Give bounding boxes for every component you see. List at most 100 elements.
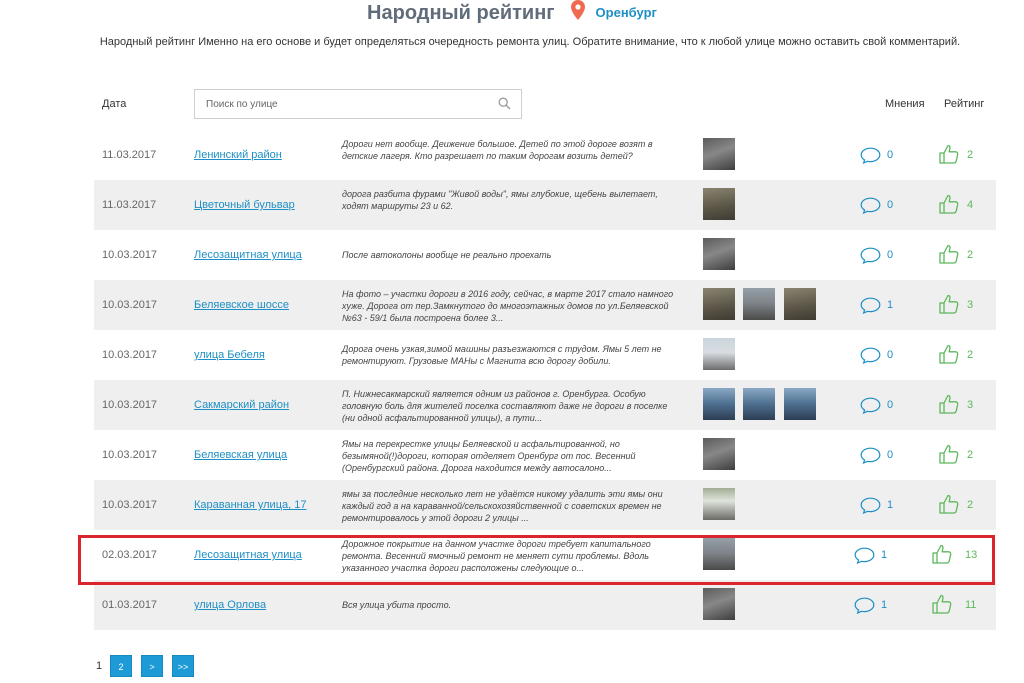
opinions-count: 0 xyxy=(887,249,894,261)
pagination-page-2[interactable]: 2 xyxy=(110,655,132,677)
like-button[interactable]: 13 xyxy=(932,544,977,569)
opinions-counter[interactable]: 0 xyxy=(860,247,893,269)
column-header-date: Дата xyxy=(102,98,127,110)
thumbs-up-icon xyxy=(939,394,959,414)
opinions-counter[interactable]: 0 xyxy=(860,147,893,169)
table-row: 10.03.2017 улица Бебеля Дорога очень узк… xyxy=(94,330,996,380)
table-row: 10.03.2017 Беляевская улица Ямы на перек… xyxy=(94,430,996,480)
row-photos xyxy=(703,538,739,570)
row-street-link[interactable]: Беляевская улица xyxy=(194,449,287,461)
opinions-counter[interactable]: 0 xyxy=(860,197,893,219)
row-street-link[interactable]: Лесозащитная улица xyxy=(194,249,302,261)
photo-thumbnail[interactable] xyxy=(703,438,735,470)
opinions-counter[interactable]: 1 xyxy=(854,597,887,619)
row-comment: ямы за последние несколько лет не удаётс… xyxy=(342,489,663,523)
like-button[interactable]: 2 xyxy=(939,144,973,169)
like-button[interactable]: 3 xyxy=(939,394,973,419)
map-pin-icon xyxy=(571,0,586,25)
photo-thumbnail[interactable] xyxy=(703,138,735,170)
comment-icon xyxy=(860,497,881,515)
table-row: 10.03.2017 Караванная улица, 17 ямы за п… xyxy=(94,480,996,530)
row-comment: Вся улица убита просто. xyxy=(342,600,452,610)
photo-thumbnail[interactable] xyxy=(703,288,735,320)
row-date: 02.03.2017 xyxy=(102,549,158,561)
column-header-opinions: Мнения xyxy=(885,98,925,110)
thumbs-up-icon xyxy=(939,144,959,164)
row-comment: П. Нижнесакмарский является одним из рай… xyxy=(342,389,668,423)
comment-icon xyxy=(860,347,881,365)
row-street-link[interactable]: улица Орлова xyxy=(194,599,266,611)
like-button[interactable]: 2 xyxy=(939,244,973,269)
like-button[interactable]: 11 xyxy=(932,594,976,619)
photo-thumbnail[interactable] xyxy=(703,388,735,420)
rating-table: 11.03.2017 Ленинский район Дороги нет во… xyxy=(94,130,996,630)
row-date: 10.03.2017 xyxy=(102,399,158,411)
like-button[interactable]: 3 xyxy=(939,294,973,319)
photo-thumbnail[interactable] xyxy=(783,288,816,320)
page-title: Народный рейтинг xyxy=(367,2,555,24)
intro-text: Народный рейтинг Именно на его основе и … xyxy=(99,36,961,48)
row-date: 10.03.2017 xyxy=(102,449,158,461)
row-photos xyxy=(703,388,820,420)
pagination-last-button[interactable]: >> xyxy=(172,655,194,677)
search-input[interactable] xyxy=(195,90,496,118)
like-button[interactable]: 2 xyxy=(939,344,973,369)
comment-icon xyxy=(860,147,881,165)
opinions-count: 0 xyxy=(887,399,894,411)
like-button[interactable]: 4 xyxy=(939,194,973,219)
row-street-link[interactable]: Лесозащитная улица xyxy=(194,549,302,561)
search-icon[interactable] xyxy=(498,97,511,115)
like-button[interactable]: 2 xyxy=(939,494,973,519)
comment-icon xyxy=(860,447,881,465)
comment-icon xyxy=(854,547,875,565)
row-date: 01.03.2017 xyxy=(102,599,158,611)
thumbs-up-icon xyxy=(939,494,959,514)
row-street-link[interactable]: Ленинский район xyxy=(194,149,282,161)
opinions-counter[interactable]: 1 xyxy=(860,497,893,519)
row-date: 10.03.2017 xyxy=(102,299,158,311)
pagination-next-button[interactable]: > xyxy=(141,655,163,677)
opinions-count: 0 xyxy=(887,149,894,161)
row-street-link[interactable]: Беляевское шоссе xyxy=(194,299,289,311)
row-street-link[interactable]: Цветочный бульвар xyxy=(194,199,295,211)
photo-thumbnail[interactable] xyxy=(703,588,735,620)
photo-thumbnail[interactable] xyxy=(703,488,735,520)
row-photos xyxy=(703,338,739,370)
row-street-link[interactable]: Караванная улица, 17 xyxy=(194,499,306,511)
row-comment: Дорожное покрытие на данном участке доро… xyxy=(342,539,651,573)
opinions-count: 0 xyxy=(887,449,894,461)
row-date: 10.03.2017 xyxy=(102,249,158,261)
photo-thumbnail[interactable] xyxy=(703,538,735,570)
row-date: 10.03.2017 xyxy=(102,499,158,511)
opinions-count: 1 xyxy=(887,499,894,511)
row-street-link[interactable]: улица Бебеля xyxy=(194,349,265,361)
opinions-count: 1 xyxy=(881,549,888,561)
photo-thumbnail[interactable] xyxy=(703,338,735,370)
like-button[interactable]: 2 xyxy=(939,444,973,469)
rating-count: 3 xyxy=(967,299,974,311)
rating-count: 2 xyxy=(967,149,974,161)
table-row-highlighted: 02.03.2017 Лесозащитная улица Дорожное п… xyxy=(94,528,996,582)
row-comment: Ямы на перекрестке улицы Беляевской и ас… xyxy=(342,439,636,473)
opinions-counter[interactable]: 1 xyxy=(854,547,887,569)
rating-count: 2 xyxy=(967,449,974,461)
rating-count: 2 xyxy=(967,249,974,261)
opinions-counter[interactable]: 1 xyxy=(860,297,893,319)
row-date: 11.03.2017 xyxy=(102,149,157,161)
row-comment: На фото – участки дороги в 2016 году, се… xyxy=(342,289,674,323)
photo-thumbnail[interactable] xyxy=(743,388,776,420)
opinions-counter[interactable]: 0 xyxy=(860,447,893,469)
opinions-counter[interactable]: 0 xyxy=(860,397,893,419)
city-link[interactable]: Оренбург xyxy=(596,5,657,20)
row-street-link[interactable]: Сакмарский район xyxy=(194,399,289,411)
opinions-counter[interactable]: 0 xyxy=(860,347,893,369)
row-photos xyxy=(703,438,739,470)
photo-thumbnail[interactable] xyxy=(743,288,776,320)
comment-icon xyxy=(854,597,875,615)
photo-thumbnail[interactable] xyxy=(703,238,735,270)
opinions-count: 1 xyxy=(887,299,894,311)
comment-icon xyxy=(860,247,881,265)
photo-thumbnail[interactable] xyxy=(783,388,816,420)
table-row: 11.03.2017 Цветочный бульвар дорога разб… xyxy=(94,180,996,230)
photo-thumbnail[interactable] xyxy=(703,188,735,220)
